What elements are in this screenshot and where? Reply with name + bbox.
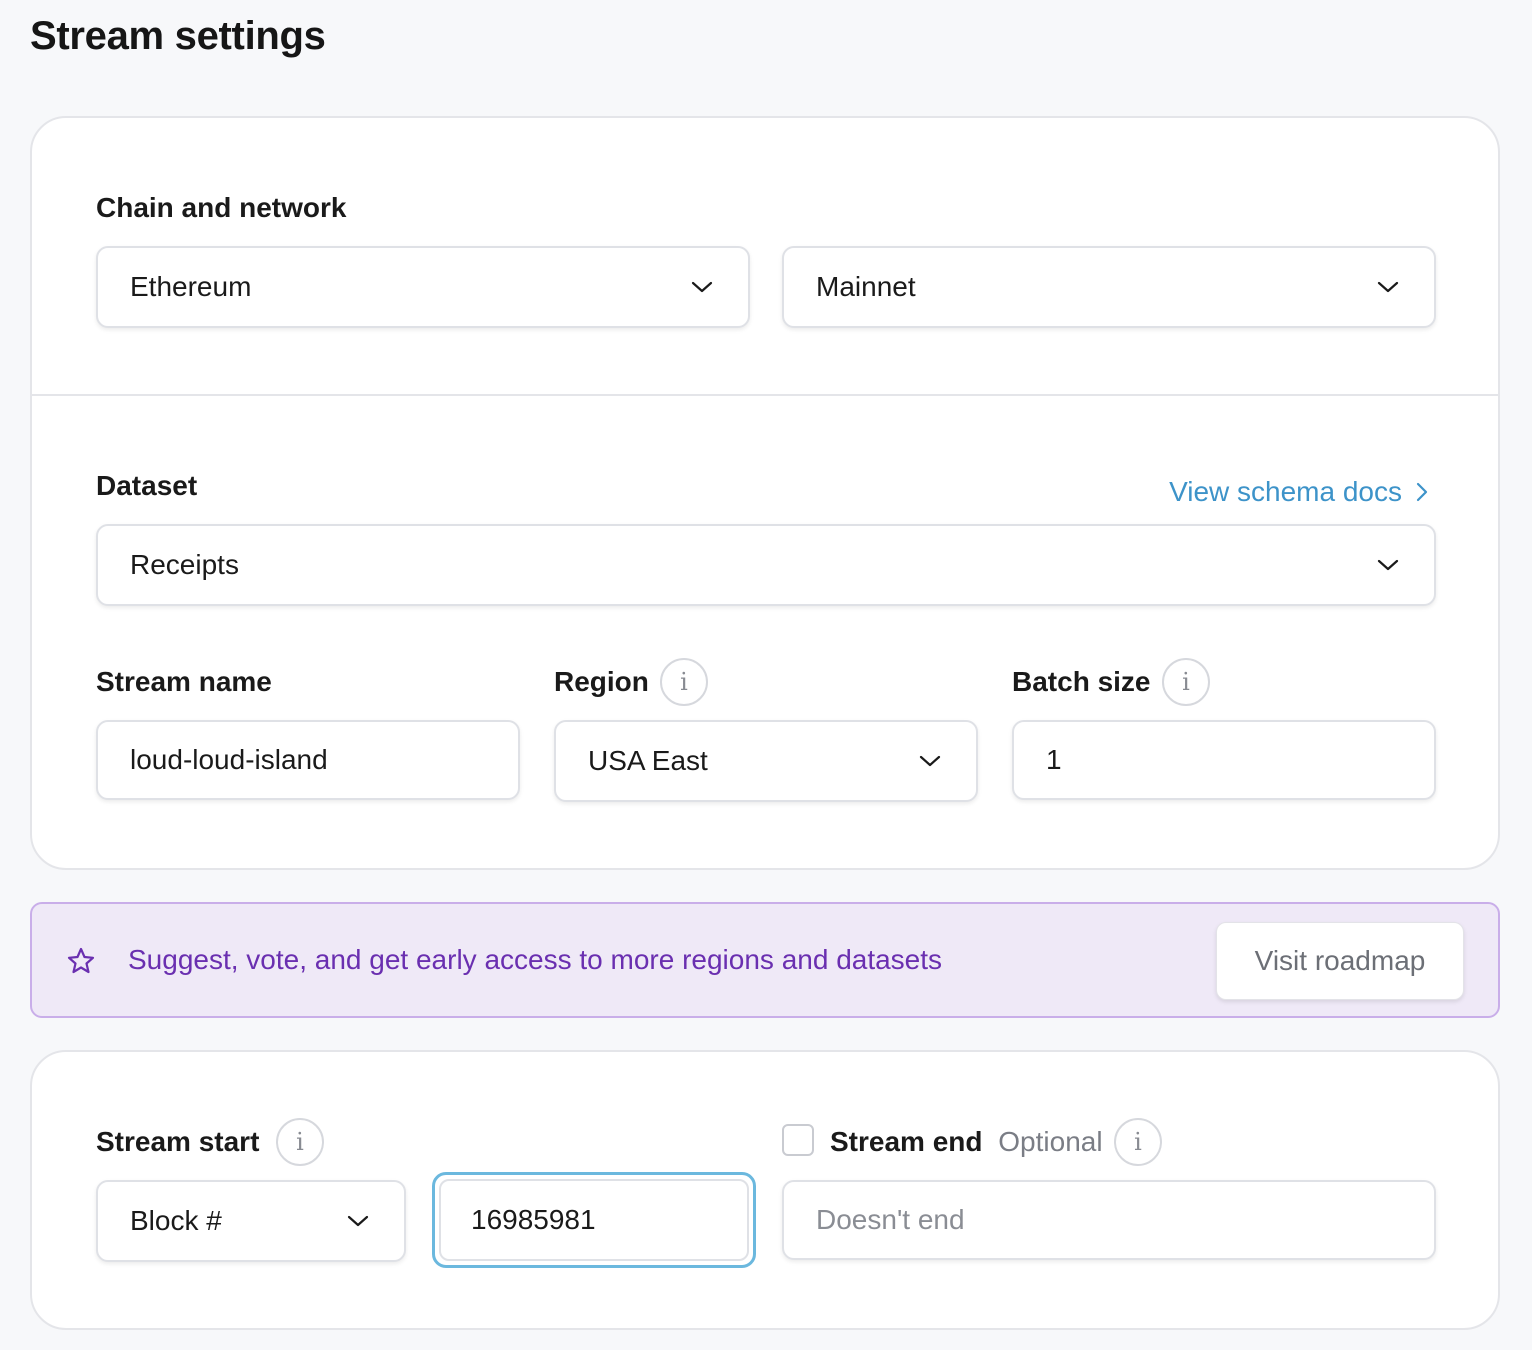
page-title: Stream settings: [30, 14, 326, 58]
dataset-select[interactable]: Receipts: [96, 524, 1436, 606]
roadmap-banner: Suggest, vote, and get early access to m…: [30, 902, 1500, 1018]
visit-roadmap-button[interactable]: Visit roadmap: [1216, 922, 1464, 1000]
batch-size-info-icon[interactable]: i: [1162, 658, 1210, 706]
roadmap-banner-text: Suggest, vote, and get early access to m…: [128, 944, 943, 975]
dataset-select-value: Receipts: [130, 549, 239, 580]
chevron-down-icon: [1377, 559, 1399, 571]
section-divider: [32, 394, 1498, 396]
chevron-down-icon: [347, 1215, 369, 1227]
chain-select[interactable]: Ethereum: [96, 246, 750, 328]
view-schema-docs-label: View schema docs: [1169, 476, 1402, 507]
region-select[interactable]: USA East: [554, 720, 978, 802]
network-select-value: Mainnet: [816, 271, 916, 302]
batch-size-value: 1: [1046, 744, 1062, 775]
stream-config-card: Chain and network Ethereum Mainnet Datas…: [30, 116, 1500, 870]
stream-start-block-input[interactable]: 16985981: [432, 1172, 756, 1268]
stream-end-label-text: Stream end: [830, 1126, 983, 1157]
chevron-right-icon: [1416, 482, 1428, 502]
stream-start-info-icon[interactable]: i: [276, 1118, 324, 1166]
stream-range-card: Stream start i Block # 16985981 Stream e…: [30, 1050, 1500, 1330]
batch-size-label: Batch size: [1012, 666, 1151, 697]
view-schema-docs-link[interactable]: View schema docs: [1169, 476, 1428, 508]
stream-name-input[interactable]: loud-loud-island: [96, 720, 520, 800]
star-icon: [67, 947, 95, 974]
stream-start-type-select[interactable]: Block #: [96, 1180, 406, 1262]
network-select[interactable]: Mainnet: [782, 246, 1436, 328]
stream-name-label: Stream name: [96, 666, 272, 697]
stream-start-block-value: 16985981: [471, 1204, 596, 1235]
chevron-down-icon: [1377, 281, 1399, 293]
chevron-down-icon: [919, 755, 941, 767]
chain-network-label: Chain and network: [96, 192, 347, 223]
batch-size-input[interactable]: 1: [1012, 720, 1436, 800]
stream-end-optional-label: Optional: [998, 1126, 1103, 1157]
region-info-icon[interactable]: i: [660, 658, 708, 706]
stream-end-info-icon[interactable]: i: [1114, 1118, 1162, 1166]
stream-end-label: Stream end Optional: [830, 1126, 1103, 1158]
stream-name-value: loud-loud-island: [130, 744, 328, 775]
dataset-label: Dataset: [96, 470, 198, 501]
stream-settings-page: Stream settings Chain and network Ethere…: [0, 0, 1532, 1350]
stream-start-label: Stream start: [96, 1126, 260, 1157]
stream-end-checkbox[interactable]: [782, 1124, 814, 1156]
chain-select-value: Ethereum: [130, 271, 252, 302]
stream-end-input[interactable]: Doesn't end: [782, 1180, 1436, 1260]
stream-end-placeholder: Doesn't end: [816, 1204, 965, 1235]
region-label: Region: [554, 666, 649, 697]
chevron-down-icon: [691, 281, 713, 293]
